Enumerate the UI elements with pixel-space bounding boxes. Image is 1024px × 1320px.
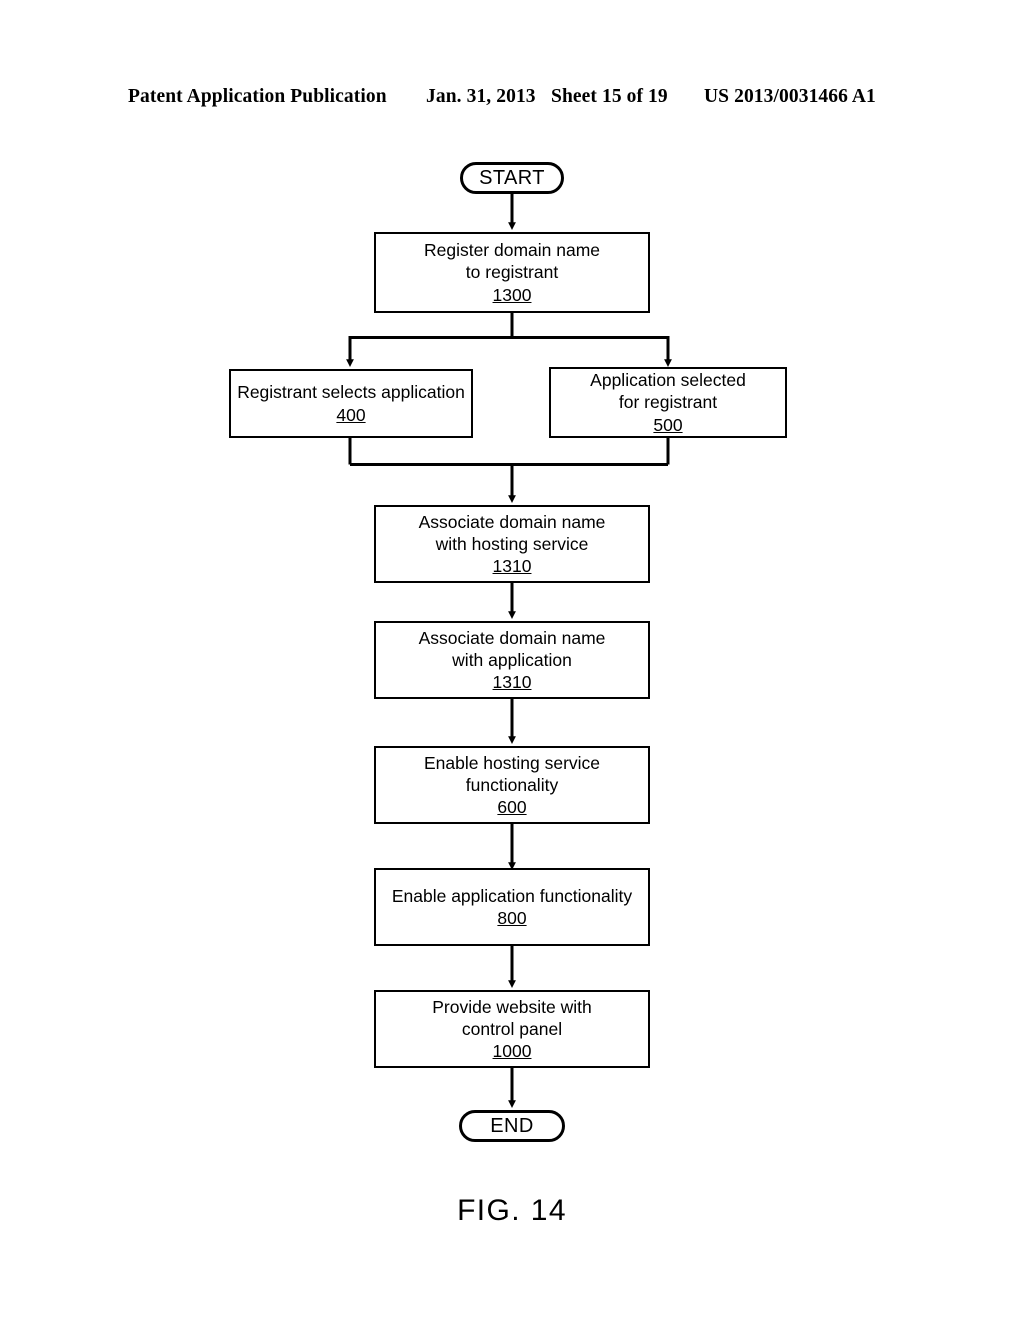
flow-node-register-line-1: Register domain name (423, 240, 601, 261)
flow-node-associate-application-line-2: with application (452, 649, 572, 670)
flow-node-register-ref: 1300 (492, 284, 532, 305)
flow-node-associate-hosting-line-2: with hosting service (435, 533, 589, 554)
flow-node-enable-application-ref: 800 (497, 908, 527, 928)
flow-node-application-selected-ref: 500 (653, 414, 683, 435)
flow-node-enable-hosting-line-2: functionality (465, 774, 559, 795)
flow-node-start[interactable]: START (460, 162, 564, 194)
flow-node-application-selected[interactable]: Application selected for registrant 500 (549, 367, 787, 438)
flow-node-registrant-selects-ref: 400 (336, 404, 366, 425)
flow-node-associate-application-ref: 1310 (492, 672, 532, 693)
flow-node-provide-website-line-2: control panel (461, 1018, 563, 1039)
flow-node-provide-website[interactable]: Provide website with control panel 1000 (374, 990, 650, 1068)
flow-node-enable-hosting-line-1: Enable hosting service (423, 752, 601, 773)
flow-node-register[interactable]: Register domain name to registrant 1300 (374, 232, 650, 313)
flow-node-associate-hosting-ref: 1310 (492, 556, 532, 577)
figure-caption: FIG. 14 (457, 1194, 567, 1227)
flow-node-start-label: START (479, 167, 545, 189)
flow-node-application-selected-line-2: for registrant (618, 392, 718, 413)
flow-node-provide-website-line-1: Provide website with (432, 996, 592, 1017)
flow-node-application-selected-line-1: Application selected (590, 370, 746, 391)
flow-node-provide-website-ref: 1000 (492, 1041, 532, 1062)
flow-node-enable-application[interactable]: Enable application functionality 800 (374, 868, 650, 946)
flow-node-associate-application-line-1: Associate domain name (418, 627, 606, 648)
flow-node-enable-hosting[interactable]: Enable hosting service functionality 600 (374, 746, 650, 824)
flow-node-end-label: END (490, 1115, 534, 1137)
flow-node-associate-application[interactable]: Associate domain name with application 1… (374, 621, 650, 699)
flow-node-register-line-2: to registrant (465, 262, 559, 283)
flow-node-enable-hosting-ref: 600 (497, 797, 527, 818)
flow-node-registrant-selects-line-1: Registrant selects application (237, 382, 465, 403)
flow-node-associate-hosting[interactable]: Associate domain name with hosting servi… (374, 505, 650, 583)
flow-node-enable-application-line-1: Enable application functionality (391, 885, 633, 906)
flow-node-end[interactable]: END (459, 1110, 565, 1142)
flow-node-associate-hosting-line-1: Associate domain name (418, 511, 606, 532)
flow-node-registrant-selects[interactable]: Registrant selects application 400 (229, 369, 473, 438)
